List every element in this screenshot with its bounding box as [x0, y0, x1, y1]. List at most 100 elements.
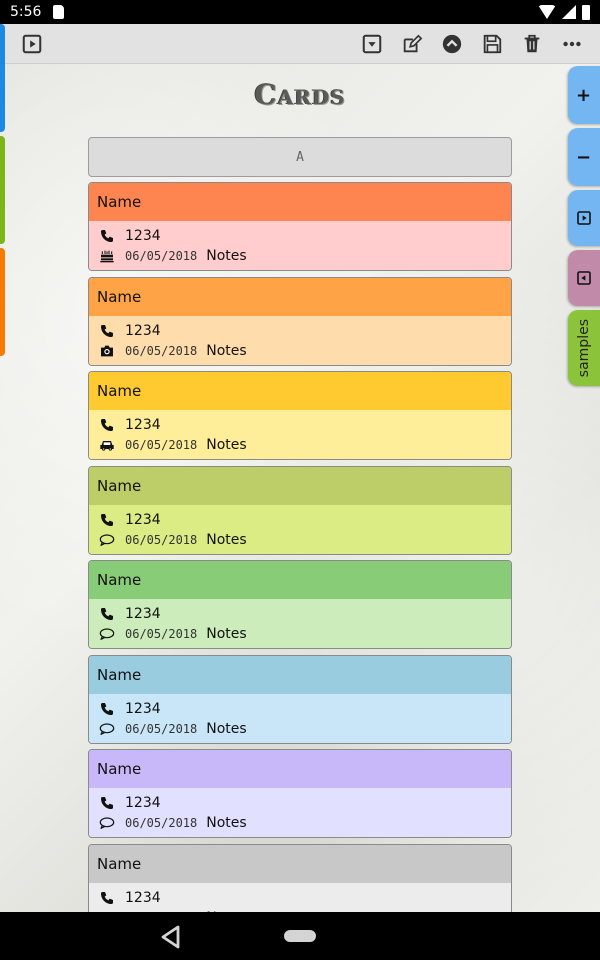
card-name[interactable]: Name	[89, 750, 511, 788]
card-notes: Notes	[206, 626, 247, 642]
phone-icon	[99, 701, 115, 717]
card-phone-row: 1234	[99, 888, 501, 908]
card-phone-row: 1234	[99, 793, 501, 813]
card-date-row: 06/05/2018 Notes	[99, 719, 501, 739]
chevron-up-circle-icon	[442, 34, 462, 54]
card-notes: Notes	[206, 248, 247, 264]
card-date: 06/05/2018	[125, 627, 198, 641]
card-list: Name 1234 06/05/2018 Notes Name 1234 06/05/201…	[88, 182, 512, 912]
play-box-icon	[577, 211, 591, 225]
card-date: 06/05/2018	[125, 721, 198, 736]
camera-icon	[99, 343, 115, 359]
card-body: 1234 06/05/2018 Notes	[89, 599, 511, 648]
card-date: 06/05/2018	[125, 343, 198, 358]
edit-button[interactable]	[400, 32, 424, 56]
card-body: 1234 06/05/2018Notes	[89, 221, 511, 270]
card-date-row: 06/05/2018 Notes	[99, 813, 501, 833]
back-triangle-icon[interactable]	[158, 924, 184, 950]
home-pill-button[interactable]	[284, 930, 316, 942]
card-phone-row: 1234	[99, 226, 501, 246]
card-phone[interactable]: 1234	[125, 417, 161, 433]
card-phone[interactable]: 1234	[125, 512, 161, 528]
comment-icon	[99, 626, 115, 642]
card-item[interactable]: Name 1234 06/05/2018Notes	[88, 371, 512, 460]
card-date: 06/05/2018	[125, 532, 198, 547]
card-item[interactable]: Name 1234 06/05/2018 Notes	[88, 276, 512, 366]
dropdown-box-button[interactable]	[360, 32, 384, 56]
phone-icon	[99, 606, 115, 622]
phone-icon	[99, 417, 115, 433]
card-name[interactable]: Name	[89, 844, 511, 883]
delete-button[interactable]	[520, 32, 544, 56]
card-phone-row: 1234	[99, 415, 501, 435]
card-phone-row: 1234	[99, 699, 501, 719]
left-tab-green[interactable]	[0, 136, 5, 244]
toolbar	[0, 24, 600, 64]
edit-icon	[403, 34, 423, 53]
card-date-row: 06/05/2018 Notes	[99, 530, 501, 550]
collapse-button[interactable]	[440, 32, 464, 56]
phone-icon	[99, 890, 115, 906]
group-header-a[interactable]: A	[88, 137, 512, 177]
left-tab-orange[interactable]	[0, 248, 5, 356]
card-phone-row: 1234	[99, 604, 501, 624]
caret-down-box-icon	[362, 34, 382, 54]
card-body: 1234 06/05/2018 Notes	[89, 788, 511, 837]
comment-icon	[99, 532, 115, 548]
reverse-box-icon	[577, 271, 591, 285]
wifi-icon	[538, 5, 556, 19]
card-body: 1234 06/05/2018 Notes	[89, 315, 511, 365]
card-name[interactable]: Name	[89, 466, 511, 505]
samples-label: samples	[576, 318, 592, 378]
minus-icon: −	[576, 146, 592, 168]
card-name[interactable]: Name	[89, 655, 511, 694]
phone-icon	[99, 323, 115, 339]
card-phone[interactable]: 1234	[125, 701, 161, 717]
card-name[interactable]: Name	[89, 183, 511, 221]
card-name[interactable]: Name	[89, 277, 511, 316]
card-notes: Notes	[206, 815, 247, 831]
card-phone[interactable]: 1234	[125, 890, 161, 906]
card-date-row: 06/05/2018 Notes	[99, 435, 501, 455]
clock: 5:56	[10, 4, 42, 20]
status-icons	[538, 4, 590, 20]
car-icon	[99, 437, 115, 453]
card-date-row: 06/05/2018 Notes	[99, 624, 501, 644]
card-phone[interactable]: 1234	[125, 606, 161, 622]
status-bar: 5:56	[0, 0, 600, 24]
play-button[interactable]	[20, 32, 44, 56]
card-phone-row: 1234	[99, 510, 501, 530]
more-dots-icon	[563, 41, 581, 47]
card-date-row: 06/05/2018 Notes	[99, 341, 501, 361]
play-box-icon	[22, 34, 42, 54]
card-notes: Notes	[206, 437, 247, 453]
card-date-row: 06/05/2018 Notes	[99, 246, 501, 266]
card-notes: Notes	[206, 342, 247, 359]
card-name[interactable]: Name	[89, 561, 511, 599]
samples-tab-button[interactable]: samples	[568, 310, 600, 386]
card-body: 1234 06/05/2018Notes	[89, 693, 511, 743]
card-item[interactable]: Name 1234 06/05/2018 Notes	[88, 560, 512, 649]
save-button[interactable]	[480, 32, 504, 56]
card-item[interactable]: Name123406/05/2018Notes	[88, 843, 512, 912]
card-item[interactable]: Name 1234 06/05/2018 Notes	[88, 749, 512, 838]
remove-tab-button[interactable]: −	[568, 128, 600, 186]
comment-icon	[99, 815, 115, 831]
card-phone-row: 1234	[99, 321, 501, 341]
more-button[interactable]	[560, 32, 584, 56]
card-notes: Notes	[206, 531, 247, 548]
prev-tab-button[interactable]	[568, 250, 600, 306]
card-body: 123406/05/2018Notes	[89, 882, 511, 912]
card-phone[interactable]: 1234	[125, 795, 161, 811]
card-item[interactable]: Name 1234 06/05/2018Notes	[88, 182, 512, 271]
phone-icon	[99, 228, 115, 244]
page-title: Cards	[254, 78, 346, 111]
card-date: 06/05/2018	[125, 816, 198, 830]
card-item[interactable]: Name 1234 06/05/2018Notes	[88, 654, 512, 744]
card-name[interactable]: Name	[89, 372, 511, 410]
card-item[interactable]: Name 1234 06/05/2018 Notes	[88, 465, 512, 555]
battery-icon	[582, 4, 590, 20]
card-phone[interactable]: 1234	[125, 323, 161, 339]
card-phone[interactable]: 1234	[125, 228, 161, 244]
next-tab-button[interactable]	[568, 190, 600, 246]
